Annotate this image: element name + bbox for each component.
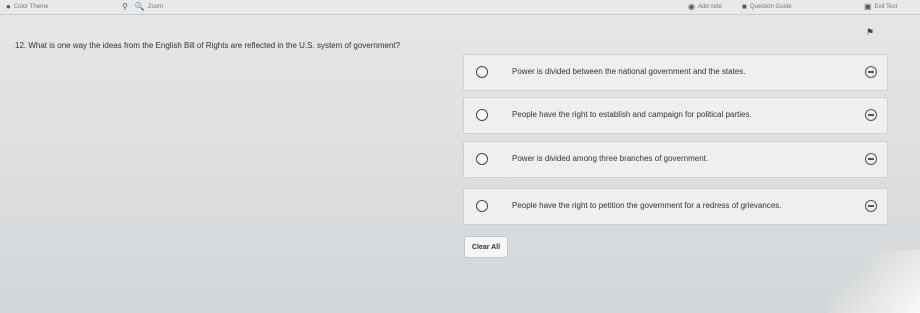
answer-label: People have the right to establish and c… (512, 110, 752, 119)
radio-icon[interactable] (476, 109, 488, 121)
palette-icon: ● (6, 2, 11, 11)
flag-icon[interactable]: ⚑ (866, 27, 874, 38)
eliminate-icon[interactable] (865, 153, 877, 165)
answer-label: Power is divided between the national go… (512, 67, 746, 76)
answer-option[interactable]: People have the right to petition the go… (463, 188, 888, 225)
clear-all-button[interactable]: Clear All (464, 236, 508, 258)
eliminate-icon[interactable] (865, 200, 877, 212)
question-text: 12. What is one way the ideas from the E… (15, 41, 435, 51)
zoom-control[interactable]: ⚲ 🔍 Zoom (122, 3, 163, 11)
radio-icon[interactable] (476, 153, 488, 165)
radio-icon[interactable] (476, 200, 488, 212)
zoom-in-icon[interactable]: 🔍 (135, 3, 145, 11)
answer-option[interactable]: People have the right to establish and c… (463, 97, 888, 134)
exit-test-button[interactable]: ▣ Exit Test (864, 3, 897, 11)
exit-icon: ▣ (864, 2, 872, 11)
screen-glare (828, 250, 920, 313)
zoom-out-icon[interactable]: ⚲ (122, 3, 128, 11)
answer-label: People have the right to petition the go… (512, 201, 782, 210)
question-prompt: What is one way the ideas from the Engli… (28, 41, 401, 50)
top-toolbar: ● Color Theme ⚲ 🔍 Zoom ◉ Add note ■ Ques… (0, 0, 920, 15)
note-icon: ◉ (688, 2, 695, 11)
color-theme-button[interactable]: ● Color Theme (6, 3, 48, 11)
add-note-button[interactable]: ◉ Add note (688, 3, 722, 11)
guide-icon: ■ (742, 2, 747, 11)
radio-icon[interactable] (476, 66, 488, 78)
answer-option[interactable]: Power is divided between the national go… (463, 54, 888, 91)
answer-option[interactable]: Power is divided among three branches of… (463, 141, 888, 178)
question-guide-button[interactable]: ■ Question Guide (742, 3, 792, 11)
eliminate-icon[interactable] (865, 109, 877, 121)
question-number: 12. (15, 41, 27, 50)
answer-label: Power is divided among three branches of… (512, 154, 709, 163)
eliminate-icon[interactable] (865, 66, 877, 78)
